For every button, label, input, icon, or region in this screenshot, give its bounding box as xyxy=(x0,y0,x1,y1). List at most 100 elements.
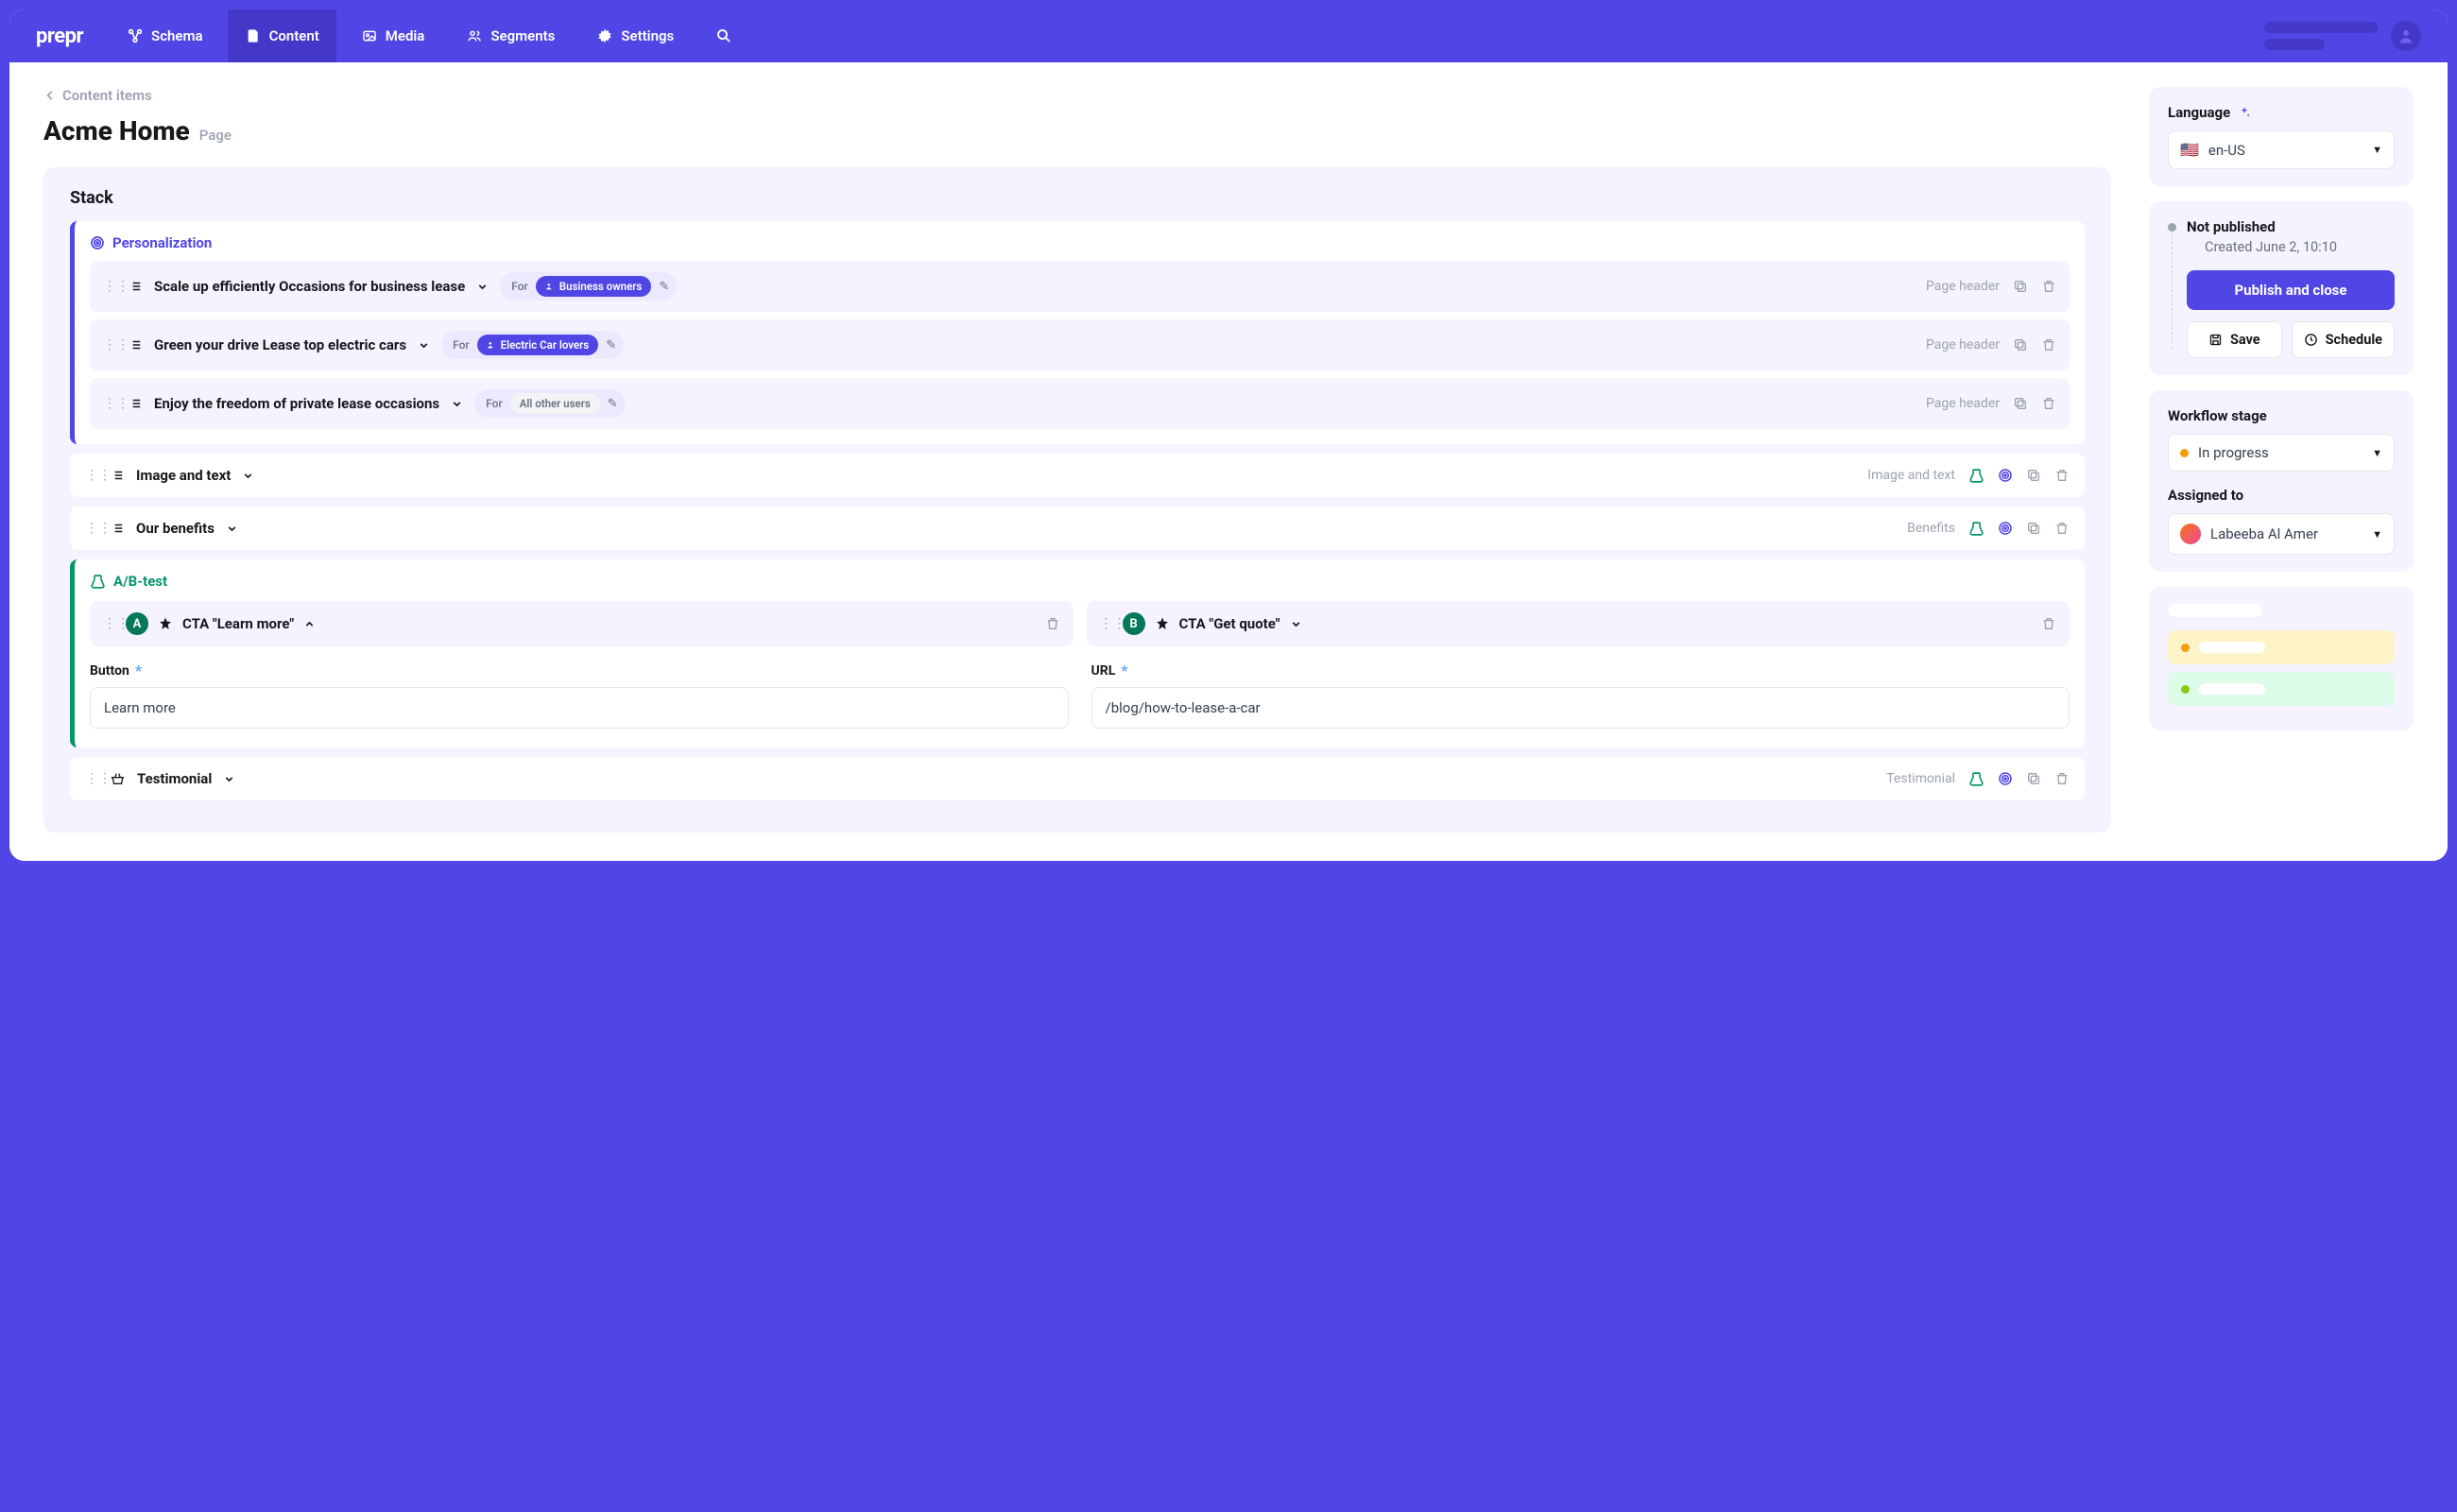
placeholder-pills xyxy=(2264,22,2378,50)
segment-pill[interactable]: For Electric Car lovers ✎ xyxy=(441,331,624,359)
chevron-down-icon[interactable] xyxy=(476,281,489,293)
stack-label: Stack xyxy=(70,188,2085,208)
user-avatar[interactable] xyxy=(2391,21,2421,51)
publish-button[interactable]: Publish and close xyxy=(2187,270,2395,310)
duplicate-icon[interactable] xyxy=(2026,521,2041,536)
duplicate-icon[interactable] xyxy=(2026,771,2041,786)
schema-icon xyxy=(127,27,144,44)
drag-handle[interactable]: ⋮⋮ xyxy=(85,771,98,786)
segment-pill[interactable]: For All other users ✎ xyxy=(474,389,626,418)
chevron-down-icon[interactable] xyxy=(451,398,463,410)
chevron-left-icon xyxy=(43,89,57,102)
drag-handle[interactable]: ⋮⋮ xyxy=(85,521,98,536)
publish-card: Not published Created June 2, 10:10 Publ… xyxy=(2149,201,2414,375)
target-icon[interactable] xyxy=(1998,771,2013,786)
drag-handle[interactable]: ⋮⋮ xyxy=(103,616,116,631)
stack-block: ⋮⋮ Testimonial Testimonial xyxy=(70,757,2085,800)
trash-icon[interactable] xyxy=(2041,616,2056,631)
chevron-down-icon[interactable] xyxy=(223,773,235,785)
chevron-down-icon[interactable] xyxy=(418,339,430,352)
star-icon xyxy=(1155,616,1170,631)
variant-badge: B xyxy=(1123,612,1145,635)
language-select[interactable]: 🇺🇸 en-US ▼ xyxy=(2168,130,2395,169)
star-icon xyxy=(158,616,173,631)
publish-status: Not published xyxy=(2187,218,2395,235)
created-date: Created June 2, 10:10 xyxy=(2205,239,2395,255)
sparkle-icon[interactable] xyxy=(2238,106,2251,119)
list-icon xyxy=(128,397,143,410)
chevron-down-icon[interactable] xyxy=(1290,618,1302,630)
people-icon xyxy=(487,340,496,350)
trash-icon[interactable] xyxy=(2041,396,2056,411)
list-icon xyxy=(128,338,143,352)
chevron-up-icon[interactable] xyxy=(303,618,316,630)
placeholder-row xyxy=(2168,630,2395,664)
duplicate-icon[interactable] xyxy=(2013,279,2028,294)
trash-icon[interactable] xyxy=(2041,337,2056,352)
nav-segments[interactable]: Segments xyxy=(449,9,572,62)
list-icon xyxy=(128,280,143,293)
duplicate-icon[interactable] xyxy=(2026,468,2041,483)
edit-icon[interactable]: ✎ xyxy=(659,280,669,294)
drag-handle[interactable]: ⋮⋮ xyxy=(103,279,116,294)
button-input[interactable] xyxy=(90,687,1069,729)
url-field: URL* xyxy=(1091,662,2070,729)
workflow-card: Workflow stage In progress ▼ Assigned to… xyxy=(2149,390,2414,572)
trash-icon[interactable] xyxy=(2054,468,2070,483)
chevron-down-icon[interactable] xyxy=(226,523,238,535)
abtest-icon[interactable] xyxy=(1968,771,1984,787)
flask-icon xyxy=(90,574,106,590)
basket-icon xyxy=(110,771,126,786)
trash-icon[interactable] xyxy=(2054,521,2070,536)
abtest-icon[interactable] xyxy=(1968,521,1984,537)
trash-icon[interactable] xyxy=(2041,279,2056,294)
personalization-row: ⋮⋮ Green your drive Lease top electric c… xyxy=(90,319,2070,370)
trash-icon[interactable] xyxy=(1045,616,1060,631)
clock-icon xyxy=(2304,333,2318,347)
abtest-icon[interactable] xyxy=(1968,468,1984,484)
target-icon[interactable] xyxy=(1998,468,2013,483)
nav-search[interactable] xyxy=(698,9,749,62)
breadcrumb[interactable]: Content items xyxy=(43,87,2111,104)
personalization-row: ⋮⋮ Scale up efficiently Occasions for bu… xyxy=(90,261,2070,312)
segment-pill[interactable]: For Business owners ✎ xyxy=(500,272,677,301)
chevron-down-icon[interactable] xyxy=(242,470,254,482)
save-icon xyxy=(2208,333,2223,347)
duplicate-icon[interactable] xyxy=(2013,396,2028,411)
segments-icon xyxy=(466,27,483,44)
nav-content[interactable]: Content xyxy=(228,9,336,62)
nav-media[interactable]: Media xyxy=(344,9,442,62)
abtest-block: A/B-test ⋮⋮ A CTA "Learn more" ⋮⋮ xyxy=(70,559,2085,747)
edit-icon[interactable]: ✎ xyxy=(606,338,616,352)
nav-schema[interactable]: Schema xyxy=(110,9,220,62)
personalization-header: Personalization xyxy=(90,234,2070,251)
duplicate-icon[interactable] xyxy=(2013,337,2028,352)
settings-icon xyxy=(596,27,613,44)
edit-icon[interactable]: ✎ xyxy=(608,397,618,411)
language-card: Language 🇺🇸 en-US ▼ xyxy=(2149,87,2414,186)
button-field: Button* xyxy=(90,662,1069,729)
topbar: prepr Schema Content Media Segments Sett… xyxy=(9,9,2448,62)
media-icon xyxy=(361,27,378,44)
list-icon xyxy=(110,522,125,535)
save-button[interactable]: Save xyxy=(2187,321,2282,358)
url-input[interactable] xyxy=(1091,687,2070,729)
stack-block: ⋮⋮ Our benefits Benefits xyxy=(70,507,2085,550)
stack-block: ⋮⋮ Image and text Image and text xyxy=(70,454,2085,497)
stack-card: Stack Personalization ⋮⋮ Scale up effici… xyxy=(43,167,2111,833)
assigned-select[interactable]: Labeeba Al Amer ▼ xyxy=(2168,513,2395,555)
drag-handle[interactable]: ⋮⋮ xyxy=(103,396,116,411)
variant-badge: A xyxy=(126,612,148,635)
schedule-button[interactable]: Schedule xyxy=(2292,321,2395,358)
trash-icon[interactable] xyxy=(2054,771,2070,786)
workflow-select[interactable]: In progress ▼ xyxy=(2168,434,2395,472)
content-icon xyxy=(245,27,262,44)
search-icon xyxy=(715,27,732,44)
target-icon[interactable] xyxy=(1998,521,2013,536)
logo: prepr xyxy=(36,25,83,48)
drag-handle[interactable]: ⋮⋮ xyxy=(1100,616,1113,631)
drag-handle[interactable]: ⋮⋮ xyxy=(85,468,98,483)
nav-settings[interactable]: Settings xyxy=(579,9,691,62)
drag-handle[interactable]: ⋮⋮ xyxy=(103,337,116,352)
variant-a: ⋮⋮ A CTA "Learn more" xyxy=(90,601,1074,646)
